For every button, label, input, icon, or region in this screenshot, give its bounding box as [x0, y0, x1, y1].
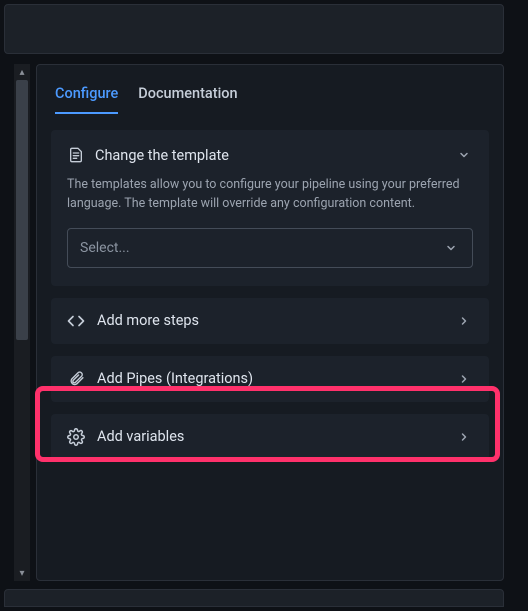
- template-title: Change the template: [95, 147, 445, 164]
- chevron-down-icon: [455, 146, 473, 164]
- scroll-up-arrow[interactable]: ▴: [14, 64, 30, 80]
- footer-bar: [4, 589, 504, 607]
- row-label: Add Pipes (Integrations): [97, 370, 443, 387]
- tab-configure[interactable]: Configure: [55, 85, 118, 114]
- top-header-bar: [4, 4, 504, 54]
- chevron-down-icon: [442, 239, 460, 257]
- vertical-scrollbar[interactable]: ▴ ▾: [14, 64, 30, 581]
- file-icon: [67, 146, 85, 164]
- content-wrap: ▴ ▾ Configure Documentation Change the t…: [14, 64, 504, 581]
- row-label: Add more steps: [97, 312, 443, 329]
- template-description: The templates allow you to configure you…: [67, 176, 473, 214]
- row-add-variables[interactable]: Add variables: [51, 414, 489, 460]
- row-label: Add variables: [97, 428, 443, 445]
- row-add-pipes[interactable]: Add Pipes (Integrations): [51, 356, 489, 402]
- tab-documentation[interactable]: Documentation: [138, 85, 237, 114]
- chevron-right-icon: [455, 312, 473, 330]
- attachment-icon: [67, 370, 85, 388]
- chevron-right-icon: [455, 370, 473, 388]
- select-placeholder: Select...: [80, 240, 130, 256]
- config-panel: Configure Documentation Change the templ…: [36, 64, 504, 581]
- scroll-down-arrow[interactable]: ▾: [14, 565, 30, 581]
- code-icon: [67, 312, 85, 330]
- row-add-steps[interactable]: Add more steps: [51, 298, 489, 344]
- gear-icon: [67, 428, 85, 446]
- tab-bar: Configure Documentation: [51, 77, 489, 114]
- template-card-header[interactable]: Change the template: [67, 146, 473, 164]
- chevron-right-icon: [455, 428, 473, 446]
- scroll-thumb[interactable]: [16, 80, 28, 340]
- template-card: Change the template The templates allow …: [51, 130, 489, 286]
- template-select[interactable]: Select...: [67, 228, 473, 268]
